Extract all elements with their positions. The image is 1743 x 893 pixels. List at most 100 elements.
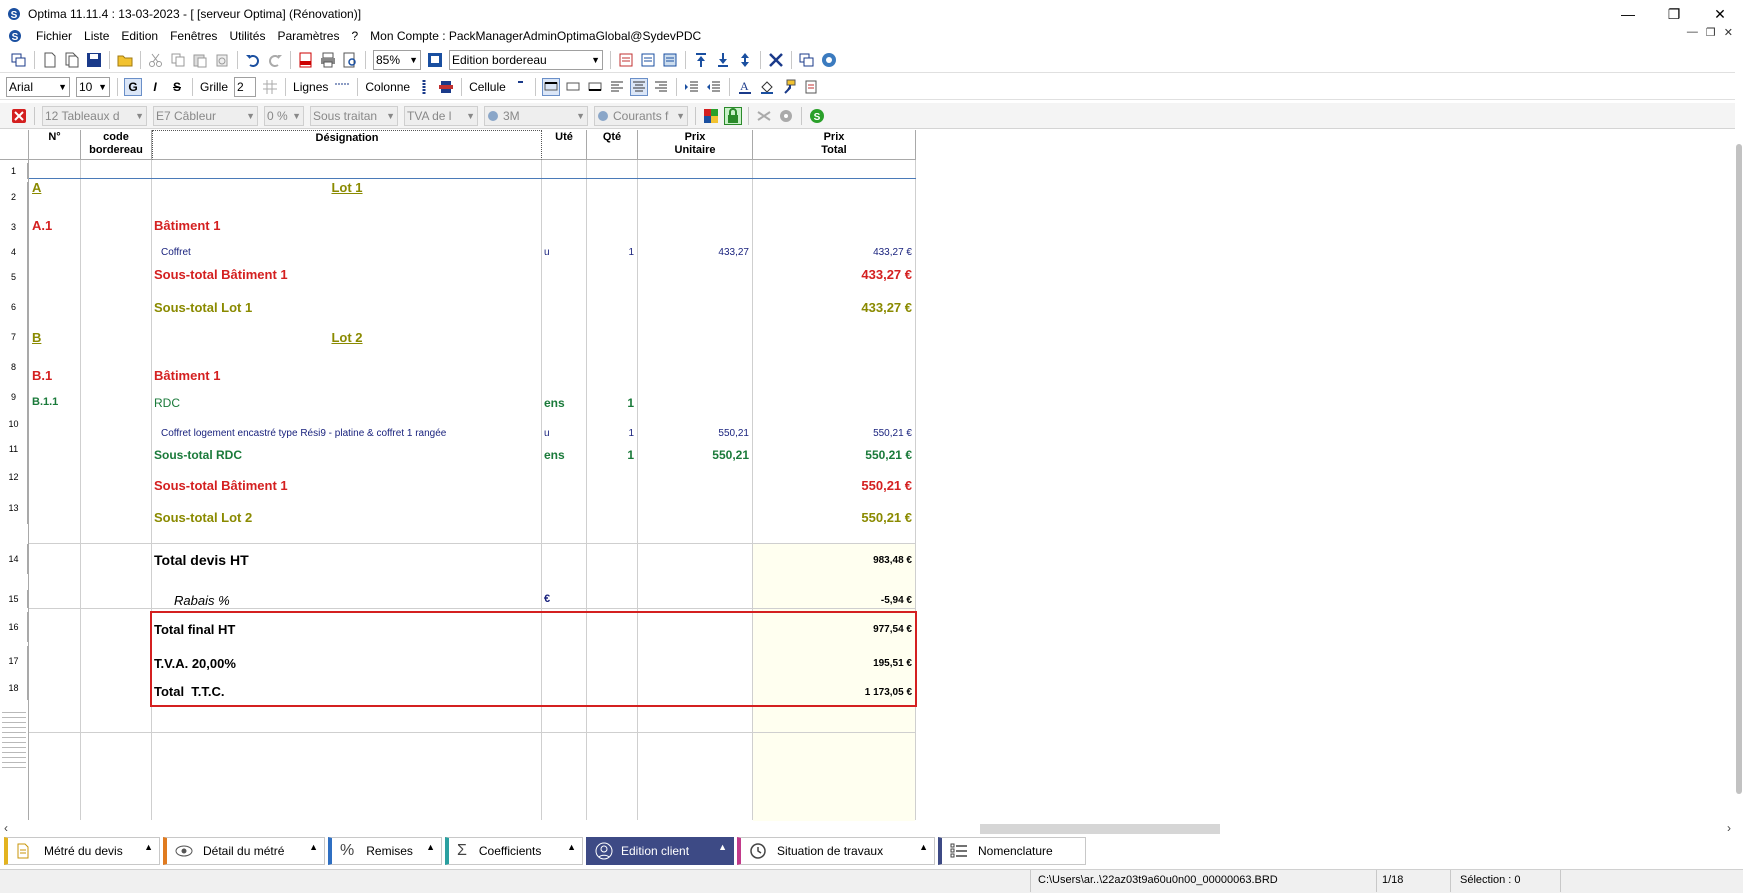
cut-icon[interactable] xyxy=(147,51,165,69)
item-designation[interactable]: Coffret xyxy=(161,247,191,258)
tools-icon[interactable] xyxy=(767,51,785,69)
tab-situation-de-travaux[interactable]: Situation de travaux ▲ xyxy=(737,837,935,865)
minimize-button[interactable]: — xyxy=(1605,0,1651,28)
row-number[interactable]: 17 xyxy=(0,646,28,676)
strike-button[interactable]: S xyxy=(168,78,186,96)
close-button[interactable]: ✕ xyxy=(1697,0,1743,28)
colonne-style-icon[interactable] xyxy=(415,78,433,96)
batiment-title[interactable]: Bâtiment 1 xyxy=(154,368,220,383)
zoom-select[interactable]: 85% ▼ xyxy=(373,49,421,70)
view-option-1-icon[interactable] xyxy=(617,51,635,69)
tab-up-arrow-icon[interactable]: ▲ xyxy=(919,842,928,852)
font-select[interactable]: Arial ▼ xyxy=(6,76,70,97)
indent-icon[interactable] xyxy=(683,78,701,96)
window-cascade-icon[interactable] xyxy=(798,51,816,69)
lot-code[interactable]: A xyxy=(32,180,41,195)
font-color-icon[interactable]: A xyxy=(736,78,754,96)
print-icon[interactable] xyxy=(319,51,337,69)
refresh-green-icon[interactable]: S xyxy=(808,107,826,125)
redo-icon[interactable] xyxy=(266,51,284,69)
format-painter-icon[interactable] xyxy=(780,78,798,96)
zoom-apply-icon[interactable] xyxy=(426,51,444,69)
header-ute[interactable]: Uté xyxy=(542,130,587,160)
menu-help[interactable]: ? xyxy=(345,29,364,43)
color-grid-icon[interactable] xyxy=(702,107,720,125)
item-qte[interactable]: 1 xyxy=(587,247,634,258)
subtotal-lot[interactable]: Sous-total Lot 2 xyxy=(154,510,252,525)
border-2-icon[interactable] xyxy=(564,78,582,96)
mdi-close-button[interactable]: ✕ xyxy=(1724,26,1733,39)
mdi-restore-button[interactable]: ❐ xyxy=(1706,26,1716,39)
subtotal-batiment-pt[interactable]: 433,27 € xyxy=(753,267,912,282)
subtotal-lot-pt[interactable]: 550,21 € xyxy=(753,510,912,525)
pdf-icon[interactable] xyxy=(297,51,315,69)
total-devis-ht[interactable]: Total devis HT xyxy=(154,552,249,568)
tab-up-arrow-icon[interactable]: ▲ xyxy=(567,842,576,852)
row-number[interactable]: 11 xyxy=(0,436,28,462)
bold-button[interactable]: G xyxy=(124,77,142,96)
tab-edition-client[interactable]: Edition client ▲ xyxy=(586,837,734,865)
open-folder-icon[interactable] xyxy=(116,51,134,69)
subtotal-rdc-qte[interactable]: 1 xyxy=(587,448,634,462)
lot-title[interactable]: Lot 2 xyxy=(152,330,542,345)
row-number[interactable]: 6 xyxy=(0,292,28,322)
row-number[interactable]: 4 xyxy=(0,242,28,262)
font-size-select[interactable]: 10 ▼ xyxy=(76,76,110,97)
move-top-icon[interactable] xyxy=(692,51,710,69)
batiment-code[interactable]: B.1 xyxy=(32,368,52,383)
tab-nomenclature[interactable]: Nomenclature xyxy=(938,837,1086,865)
clear-format-icon[interactable] xyxy=(802,78,820,96)
rabais[interactable]: Rabais % xyxy=(174,593,230,608)
row-number[interactable]: 12 xyxy=(0,462,28,492)
vertical-scroll-thumb[interactable] xyxy=(1736,144,1742,794)
print-preview-icon[interactable] xyxy=(341,51,359,69)
close-filter-icon[interactable] xyxy=(10,107,28,125)
subtotal-lot[interactable]: Sous-total Lot 1 xyxy=(154,300,252,315)
batiment-title[interactable]: Bâtiment 1 xyxy=(154,218,220,233)
save-icon[interactable] xyxy=(85,51,103,69)
subtotal-rdc[interactable]: Sous-total RDC xyxy=(154,448,242,462)
tab-up-arrow-icon[interactable]: ▲ xyxy=(718,842,727,852)
row-number[interactable]: 13 xyxy=(0,492,28,524)
item-designation[interactable]: Coffret logement encastré type Rési9 - p… xyxy=(161,428,446,439)
metier-select[interactable]: E7 Câbleur ▼ xyxy=(153,105,258,126)
menu-utilites[interactable]: Utilités xyxy=(223,29,271,43)
new-file-icon[interactable] xyxy=(41,51,59,69)
row-number[interactable]: 16 xyxy=(0,612,28,642)
header-code[interactable]: code bordereau xyxy=(81,130,152,160)
optima-logo-icon[interactable] xyxy=(820,51,838,69)
rdc-code[interactable]: B.1.1 xyxy=(32,396,58,408)
menu-parametres[interactable]: Paramètres xyxy=(271,29,345,43)
align-right-icon[interactable] xyxy=(652,78,670,96)
tab-up-arrow-icon[interactable]: ▲ xyxy=(309,842,318,852)
header-qte[interactable]: Qté xyxy=(587,130,638,160)
subtotal-rdc-ute[interactable]: ens xyxy=(544,448,565,462)
row-number[interactable]: 5 xyxy=(0,262,28,292)
rdc-qte[interactable]: 1 xyxy=(587,396,634,410)
tab-remises[interactable]: % Remises ▲ xyxy=(328,837,442,865)
header-num[interactable]: N° xyxy=(29,130,81,160)
row-number[interactable]: 2 xyxy=(0,182,28,212)
rdc-ute[interactable]: ens xyxy=(544,396,565,410)
move-bottom-icon[interactable] xyxy=(714,51,732,69)
colonne-color-icon[interactable] xyxy=(437,78,455,96)
subtotal-batiment[interactable]: Sous-total Bâtiment 1 xyxy=(154,478,288,493)
item-ute[interactable]: u xyxy=(544,247,550,258)
item-pu[interactable]: 433,27 xyxy=(638,247,749,258)
total-devis-ht-pt[interactable]: 983,48 € xyxy=(753,555,912,566)
vertical-scrollbar[interactable] xyxy=(1735,130,1743,840)
scroll-right-icon[interactable]: › xyxy=(1727,821,1731,835)
menu-liste[interactable]: Liste xyxy=(78,29,115,43)
subtotal-batiment[interactable]: Sous-total Bâtiment 1 xyxy=(154,267,288,282)
header-prix-unitaire[interactable]: Prix Unitaire xyxy=(638,130,753,160)
grille-input[interactable]: 2 xyxy=(234,76,257,97)
batiment-code[interactable]: A.1 xyxy=(32,218,52,233)
subtotal-rdc-pt[interactable]: 550,21 € xyxy=(753,448,912,462)
menu-fenetres[interactable]: Fenêtres xyxy=(164,29,223,43)
row-number[interactable]: 7 xyxy=(0,322,28,352)
windows-icon[interactable] xyxy=(10,51,28,69)
scissors-gray-icon[interactable] xyxy=(755,107,773,125)
undo-icon[interactable] xyxy=(244,51,262,69)
border-3-icon[interactable] xyxy=(586,78,604,96)
header-prix-total[interactable]: Prix Total xyxy=(753,130,916,160)
